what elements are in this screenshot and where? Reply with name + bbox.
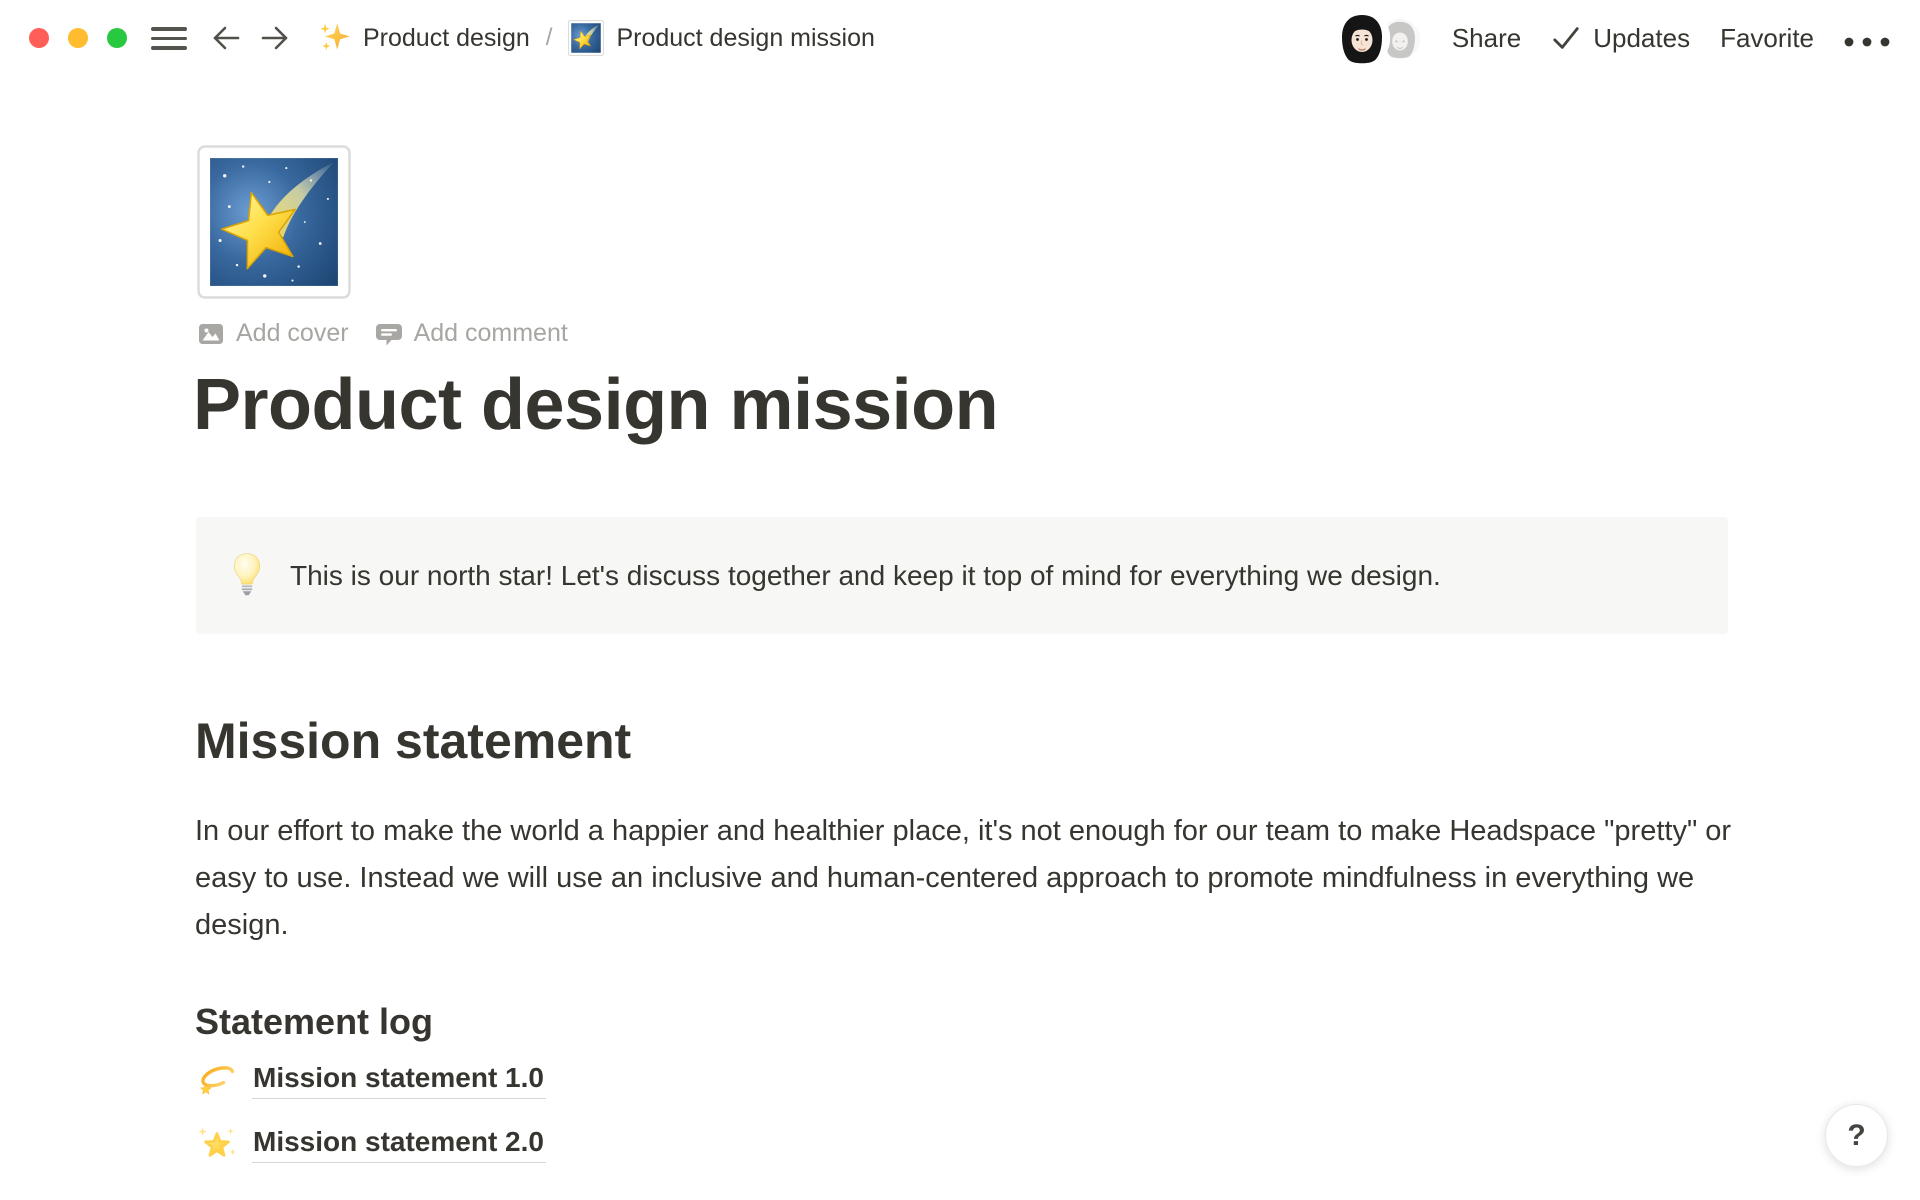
page-decoration-controls: Add cover Add comment [197, 319, 568, 348]
heading-mission-statement[interactable]: Mission statement [195, 709, 631, 773]
image-icon [197, 320, 225, 348]
zoom-window-button[interactable] [107, 28, 127, 48]
add-cover-label: Add cover [236, 319, 349, 348]
back-icon[interactable] [209, 21, 243, 55]
check-icon [1551, 23, 1581, 53]
minimize-window-button[interactable] [68, 28, 88, 48]
breadcrumb: Product design / Product design mission [318, 0, 875, 76]
updates-button[interactable]: Updates [1551, 23, 1690, 54]
more-options-button[interactable] [1844, 23, 1890, 54]
page-icon-shooting-star[interactable] [197, 145, 351, 299]
add-comment-button[interactable]: Add comment [375, 319, 568, 348]
comment-icon [375, 320, 403, 348]
share-button[interactable]: Share [1452, 23, 1521, 54]
breadcrumb-item-product-design[interactable]: Product design [363, 24, 530, 53]
window-controls [29, 28, 127, 48]
page-link-label: Mission statement 2.0 [252, 1126, 546, 1163]
notion-window: Product design / Product design mission [0, 0, 1920, 1200]
add-cover-button[interactable]: Add cover [197, 319, 349, 348]
page-link-label: Mission statement 1.0 [252, 1062, 546, 1099]
ellipsis-icon [1844, 37, 1890, 47]
collaborator-avatar [1334, 10, 1390, 66]
close-window-button[interactable] [29, 28, 49, 48]
breadcrumb-separator: / [546, 24, 553, 52]
forward-icon[interactable] [258, 21, 292, 55]
shooting-star-icon [568, 20, 604, 56]
topbar: Product design / Product design mission [0, 0, 1920, 76]
mission-paragraph[interactable]: In our effort to make the world a happie… [195, 808, 1740, 949]
glowing-star-icon [197, 1124, 237, 1164]
add-comment-label: Add comment [414, 319, 568, 348]
presence-avatars[interactable] [1334, 9, 1422, 67]
breadcrumb-item-product-design-mission[interactable]: Product design mission [616, 24, 874, 53]
heading-statement-log[interactable]: Statement log [195, 998, 433, 1046]
sidebar-toggle-icon[interactable] [151, 27, 187, 50]
sparkles-icon [318, 22, 350, 54]
help-button[interactable]: ? [1825, 1104, 1888, 1167]
callout-block[interactable]: This is our north star! Let's discuss to… [196, 517, 1728, 634]
light-bulb-icon [232, 552, 262, 599]
favorite-button[interactable]: Favorite [1720, 23, 1814, 54]
callout-text: This is our north star! Let's discuss to… [290, 560, 1441, 592]
page-title[interactable]: Product design mission [193, 362, 998, 448]
page-link-mission-statement-2[interactable]: Mission statement 2.0 [197, 1124, 546, 1164]
dizzy-star-icon [197, 1060, 237, 1100]
page-link-mission-statement-1[interactable]: Mission statement 1.0 [197, 1060, 546, 1100]
topbar-actions: Share Updates Favorite [1334, 0, 1890, 76]
updates-label: Updates [1593, 23, 1690, 54]
